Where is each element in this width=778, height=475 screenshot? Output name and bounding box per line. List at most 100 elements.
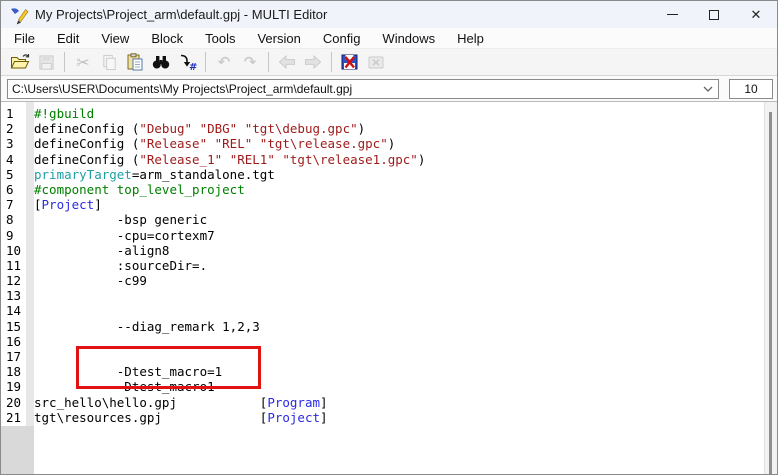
toolbar-separator xyxy=(205,52,206,72)
close-icon: ✕ xyxy=(751,8,762,21)
line-number: 7 xyxy=(1,197,34,212)
code-line[interactable]: 3defineConfig ("Release" "REL" "tgt\rele… xyxy=(1,136,763,151)
line-number: 13 xyxy=(1,288,34,303)
multi-editor-window: My Projects\Project_arm\default.gpj - MU… xyxy=(0,0,778,475)
code-line[interactable]: 9 -cpu=cortexm7 xyxy=(1,228,763,243)
code-line[interactable]: 8 -bsp generic xyxy=(1,212,763,227)
find-binoculars-icon xyxy=(152,54,170,70)
redo-button[interactable]: ↷ xyxy=(237,50,263,74)
paste-clipboard-icon xyxy=(126,53,144,71)
menu-windows[interactable]: Windows xyxy=(371,29,446,48)
scrollbar-thumb[interactable] xyxy=(769,112,772,474)
menu-view[interactable]: View xyxy=(90,29,140,48)
line-text: #!gbuild xyxy=(34,106,94,121)
menu-help[interactable]: Help xyxy=(446,29,495,48)
line-text: [Project] xyxy=(34,197,102,212)
line-text: defineConfig ("Debug" "DBG" "tgt\debug.g… xyxy=(34,121,365,136)
back-arrow-icon xyxy=(278,55,296,69)
number-field[interactable] xyxy=(729,79,773,99)
code-line[interactable]: 4defineConfig ("Release_1" "REL1" "tgt\r… xyxy=(1,152,763,167)
line-number: 6 xyxy=(1,182,34,197)
code-line[interactable]: 20src_hello\hello.gpj [Program] xyxy=(1,395,763,410)
code-line[interactable]: 12 -c99 xyxy=(1,273,763,288)
line-number: 3 xyxy=(1,136,34,151)
code-line[interactable]: 21tgt\resources.gpj [Project] xyxy=(1,410,763,425)
open-folder-icon xyxy=(10,53,30,71)
minimize-icon xyxy=(667,14,678,16)
line-number: 9 xyxy=(1,228,34,243)
line-text: #component top_level_project xyxy=(34,182,245,197)
line-text: :sourceDir=. xyxy=(34,258,207,273)
save-button[interactable] xyxy=(33,50,59,74)
cut-scissors-icon: ✂ xyxy=(76,53,89,72)
gutter-below-last-line xyxy=(1,426,34,475)
vertical-scrollbar[interactable] xyxy=(764,102,777,475)
undo-icon: ↶ xyxy=(218,53,231,71)
menu-file[interactable]: File xyxy=(3,29,46,48)
forward-button[interactable] xyxy=(300,50,326,74)
code-line[interactable]: 1#!gbuild xyxy=(1,106,763,121)
file-path-input[interactable] xyxy=(8,80,698,98)
combobox-dropdown-button[interactable] xyxy=(698,80,718,98)
line-text: defineConfig ("Release" "REL" "tgt\relea… xyxy=(34,136,395,151)
line-number: 19 xyxy=(1,379,34,394)
line-text: src_hello\hello.gpj [Program] xyxy=(34,395,328,410)
forward-arrow-icon xyxy=(304,55,322,69)
cut-button[interactable]: ✂ xyxy=(70,50,96,74)
menu-version[interactable]: Version xyxy=(246,29,311,48)
line-text: primaryTarget=arm_standalone.tgt xyxy=(34,167,275,182)
multi-editor-pencil-icon xyxy=(9,5,29,25)
find-button[interactable] xyxy=(148,50,174,74)
line-number: 18 xyxy=(1,364,34,379)
code-editor[interactable]: 1#!gbuild2defineConfig ("Debug" "DBG" "t… xyxy=(1,102,777,475)
code-line[interactable]: 10 -align8 xyxy=(1,243,763,258)
window-title: My Projects\Project_arm\default.gpj - MU… xyxy=(35,7,327,22)
minimize-button[interactable] xyxy=(651,1,693,28)
code-line[interactable]: 2defineConfig ("Debug" "DBG" "tgt\debug.… xyxy=(1,121,763,136)
line-number: 12 xyxy=(1,273,34,288)
toolbar-separator xyxy=(64,52,65,72)
menu-edit[interactable]: Edit xyxy=(46,29,90,48)
discard-close-icon xyxy=(367,53,385,71)
close-button[interactable]: ✕ xyxy=(735,1,777,28)
code-line[interactable]: 7[Project] xyxy=(1,197,763,212)
line-number: 8 xyxy=(1,212,34,227)
line-number: 17 xyxy=(1,349,34,364)
menu-block[interactable]: Block xyxy=(140,29,194,48)
line-number: 20 xyxy=(1,395,34,410)
line-text: --diag_remark 1,2,3 xyxy=(34,319,260,334)
line-number: 5 xyxy=(1,167,34,182)
svg-text:#: # xyxy=(189,62,197,71)
code-line[interactable]: 14 xyxy=(1,303,763,318)
save-close-button[interactable] xyxy=(337,50,363,74)
title-bar: My Projects\Project_arm\default.gpj - MU… xyxy=(1,1,777,28)
save-close-floppy-x-icon xyxy=(341,53,359,71)
menu-tools[interactable]: Tools xyxy=(194,29,246,48)
back-button[interactable] xyxy=(274,50,300,74)
line-text: -bsp generic xyxy=(34,212,207,227)
line-number: 16 xyxy=(1,334,34,349)
paste-button[interactable] xyxy=(122,50,148,74)
code-line[interactable]: 5primaryTarget=arm_standalone.tgt xyxy=(1,167,763,182)
copy-button[interactable] xyxy=(96,50,122,74)
code-line[interactable]: 15 --diag_remark 1,2,3 xyxy=(1,319,763,334)
code-line[interactable]: 13 xyxy=(1,288,763,303)
line-number: 4 xyxy=(1,152,34,167)
maximize-button[interactable] xyxy=(693,1,735,28)
copy-icon xyxy=(101,54,118,71)
discard-close-button[interactable] xyxy=(363,50,389,74)
code-line[interactable]: 11 :sourceDir=. xyxy=(1,258,763,273)
undo-button[interactable]: ↶ xyxy=(211,50,237,74)
goto-line-button[interactable]: # xyxy=(174,50,200,74)
save-floppy-icon xyxy=(38,54,55,71)
file-path-combobox[interactable] xyxy=(7,79,719,99)
code-line[interactable]: 6#component top_level_project xyxy=(1,182,763,197)
address-row xyxy=(1,76,777,102)
line-text: defineConfig ("Release_1" "REL1" "tgt\re… xyxy=(34,152,425,167)
line-number: 11 xyxy=(1,258,34,273)
chevron-down-icon xyxy=(703,86,713,92)
open-button[interactable] xyxy=(7,50,33,74)
maximize-icon xyxy=(709,10,719,20)
menu-config[interactable]: Config xyxy=(312,29,372,48)
line-number: 14 xyxy=(1,303,34,318)
